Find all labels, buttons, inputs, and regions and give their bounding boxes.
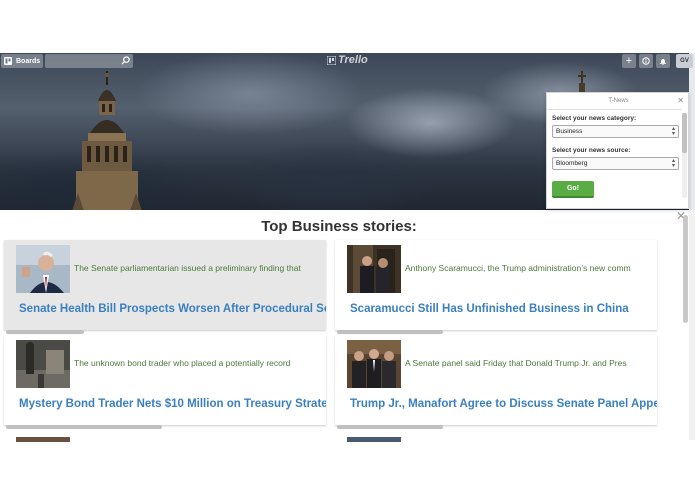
card-scrollbar[interactable] [6, 425, 326, 429]
story-card[interactable]: The unknown bond trader who placed a pot… [4, 335, 326, 425]
trello-logo-icon [327, 55, 336, 65]
search-icon[interactable] [121, 56, 130, 65]
story-card-wrapper: A Senate panel said Friday that Donald T… [335, 335, 661, 431]
page-scrollbar-track [689, 53, 695, 210]
popup-close-icon[interactable]: ✕ [677, 96, 684, 105]
statue-photo-image [16, 340, 70, 388]
story-thumbnail-peek [347, 437, 401, 442]
story-title-link[interactable]: Senate Health Bill Prospects Worsen Afte… [19, 303, 326, 315]
source-select[interactable]: Bloomberg ▴ ▾ [552, 157, 679, 170]
card-scrollbar-thumb[interactable] [6, 330, 84, 334]
app-header: Boards Trello + GV [0, 53, 695, 69]
info-icon [642, 57, 650, 65]
category-select[interactable]: Business ▴ ▾ [552, 125, 679, 138]
doorway-photo-image [347, 245, 401, 293]
tnews-popup: T-News ✕ Select your news category: Busi… [546, 92, 689, 209]
popup-scrollbar-thumb[interactable] [682, 113, 687, 153]
search-input[interactable] [45, 54, 133, 68]
card-scrollbar[interactable] [337, 330, 657, 334]
add-button[interactable]: + [622, 54, 636, 68]
card-scrollbar[interactable] [337, 425, 657, 429]
avatar[interactable]: GV [676, 54, 693, 68]
story-card[interactable]: Anthony Scaramucci, the Trump administra… [335, 240, 657, 330]
story-thumbnail-peek [16, 437, 70, 442]
story-title-link[interactable]: Mystery Bond Trader Nets $10 Million on … [19, 398, 326, 410]
boards-label: Boards [16, 57, 41, 65]
cathedral-dome-image [72, 71, 142, 210]
story-card[interactable]: A Senate panel said Friday that Donald T… [335, 335, 657, 425]
story-card-wrapper: The unknown bond trader who placed a pot… [4, 335, 330, 431]
content-scrollbar[interactable] [683, 215, 688, 323]
scrollbar-track [689, 210, 695, 440]
select-arrows-icon: ▴ ▾ [671, 126, 675, 137]
select-arrows-icon: ▴ ▾ [671, 158, 675, 169]
popup-scrollbar[interactable] [682, 113, 687, 198]
popup-divider [547, 109, 682, 110]
trello-logo[interactable]: Trello [327, 54, 368, 66]
trello-logo-text: Trello [338, 54, 368, 66]
boards-button[interactable]: Boards [1, 54, 43, 68]
info-button[interactable] [639, 54, 653, 68]
story-card[interactable]: The Senate parliamentarian issued a prel… [4, 240, 326, 330]
source-select-value: Bloomberg [556, 160, 588, 167]
story-snippet: The unknown bond trader who placed a pot… [74, 358, 291, 368]
story-card-wrapper: The Senate parliamentarian issued a prel… [4, 240, 330, 336]
card-scrollbar-thumb[interactable] [337, 425, 443, 429]
notifications-button[interactable] [656, 54, 670, 68]
group-photo-image [347, 340, 401, 388]
popup-title: T-News [608, 98, 629, 104]
page-title: Top Business stories: [261, 218, 417, 235]
politician-photo-image [16, 245, 70, 293]
category-label: Select your news category: [552, 115, 637, 122]
story-snippet: A Senate panel said Friday that Donald T… [405, 358, 627, 368]
story-title-link[interactable]: Scaramucci Still Has Unfinished Business… [350, 303, 657, 315]
boards-icon [4, 57, 12, 65]
card-scrollbar-thumb[interactable] [6, 425, 162, 429]
story-snippet: The Senate parliamentarian issued a prel… [74, 263, 301, 273]
bell-icon [660, 58, 666, 65]
screen: Boards Trello + GV T-News ✕ Select your … [0, 0, 695, 494]
card-scrollbar[interactable] [6, 330, 326, 334]
plus-icon: + [625, 55, 633, 67]
story-card-wrapper: Anthony Scaramucci, the Trump administra… [335, 240, 661, 336]
category-select-value: Business [556, 128, 583, 135]
story-snippet: Anthony Scaramucci, the Trump administra… [405, 263, 631, 273]
story-title-link[interactable]: Trump Jr., Manafort Agree to Discuss Sen… [350, 398, 657, 410]
source-label: Select your news source: [552, 147, 631, 154]
card-scrollbar-thumb[interactable] [337, 330, 443, 334]
go-button[interactable]: Go! [552, 181, 594, 198]
